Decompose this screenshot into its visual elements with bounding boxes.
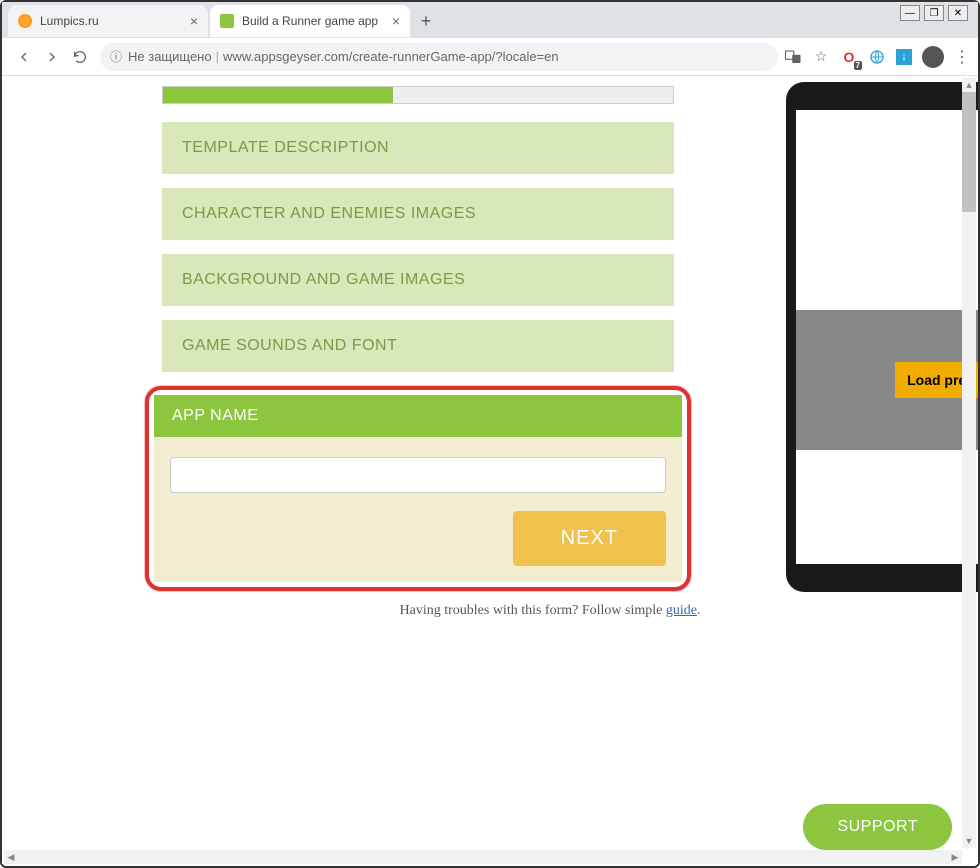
close-window-button[interactable]: ✕ [948, 5, 968, 21]
download-icon[interactable]: ↓ [896, 49, 912, 65]
favicon-icon [18, 14, 32, 28]
support-button[interactable]: SUPPORT [803, 804, 952, 850]
extension-opera-icon[interactable]: O7 [840, 48, 858, 66]
vertical-scrollbar[interactable]: ▲ ▼ [962, 78, 976, 848]
step-template-description[interactable]: TEMPLATE DESCRIPTION [162, 122, 674, 174]
translate-icon[interactable] [784, 48, 802, 66]
back-button[interactable] [10, 43, 38, 71]
close-tab-icon[interactable]: × [190, 13, 198, 29]
step-character-images[interactable]: CHARACTER AND ENEMIES IMAGES [162, 188, 674, 240]
window-controls: — ❐ ✕ [900, 5, 968, 21]
minimize-button[interactable]: — [900, 5, 920, 21]
profile-avatar[interactable] [922, 46, 944, 68]
tab-strip: Lumpics.ru × Build a Runner game app × + [2, 2, 978, 38]
tab-title: Lumpics.ru [40, 14, 184, 28]
preview-gray-area: Load prev [796, 310, 978, 450]
new-tab-button[interactable]: + [412, 7, 440, 35]
phone-screen: Load prev [796, 110, 978, 564]
info-icon: ⓘ [110, 48, 122, 65]
forward-button[interactable] [38, 43, 66, 71]
menu-button[interactable]: ⋮ [954, 47, 970, 67]
app-name-body: NEXT [154, 437, 682, 582]
scrollbar-thumb[interactable] [962, 92, 976, 212]
app-name-input[interactable] [170, 457, 666, 493]
toolbar-icons: ☆ O7 ↓ ⋮ [784, 46, 970, 68]
app-name-section-highlight: APP NAME NEXT [145, 386, 691, 591]
tab-title: Build a Runner game app [242, 14, 386, 28]
tab-lumpics[interactable]: Lumpics.ru × [8, 5, 208, 37]
scroll-right-icon[interactable]: ▶ [948, 850, 962, 864]
reload-button[interactable] [66, 43, 94, 71]
scroll-up-icon[interactable]: ▲ [962, 78, 976, 92]
horizontal-scrollbar[interactable]: ◀ ▶ [4, 850, 962, 864]
star-icon[interactable]: ☆ [812, 48, 830, 66]
address-bar: ⓘ Не защищено | www.appsgeyser.com/creat… [2, 38, 978, 76]
globe-icon[interactable] [868, 48, 886, 66]
maximize-button[interactable]: ❐ [924, 5, 944, 21]
tab-runner-app[interactable]: Build a Runner game app × [210, 5, 410, 37]
scroll-left-icon[interactable]: ◀ [4, 850, 18, 864]
url-text: www.appsgeyser.com/create-runnerGame-app… [223, 49, 559, 64]
page-content: TEMPLATE DESCRIPTION CHARACTER AND ENEMI… [2, 76, 978, 864]
app-name-header: APP NAME [154, 395, 682, 437]
help-text: Having troubles with this form? Follow s… [152, 603, 948, 619]
url-field[interactable]: ⓘ Не защищено | www.appsgeyser.com/creat… [100, 43, 778, 71]
progress-bar [162, 86, 674, 104]
step-sounds-font[interactable]: GAME SOUNDS AND FONT [162, 320, 674, 372]
guide-link[interactable]: guide [666, 603, 697, 618]
progress-fill [163, 87, 393, 103]
scroll-down-icon[interactable]: ▼ [962, 834, 976, 848]
step-background-images[interactable]: BACKGROUND AND GAME IMAGES [162, 254, 674, 306]
phone-preview: Load prev [786, 82, 978, 592]
favicon-icon [220, 14, 234, 28]
close-tab-icon[interactable]: × [392, 13, 400, 29]
insecure-label: Не защищено [128, 49, 212, 64]
next-button[interactable]: NEXT [513, 511, 666, 566]
